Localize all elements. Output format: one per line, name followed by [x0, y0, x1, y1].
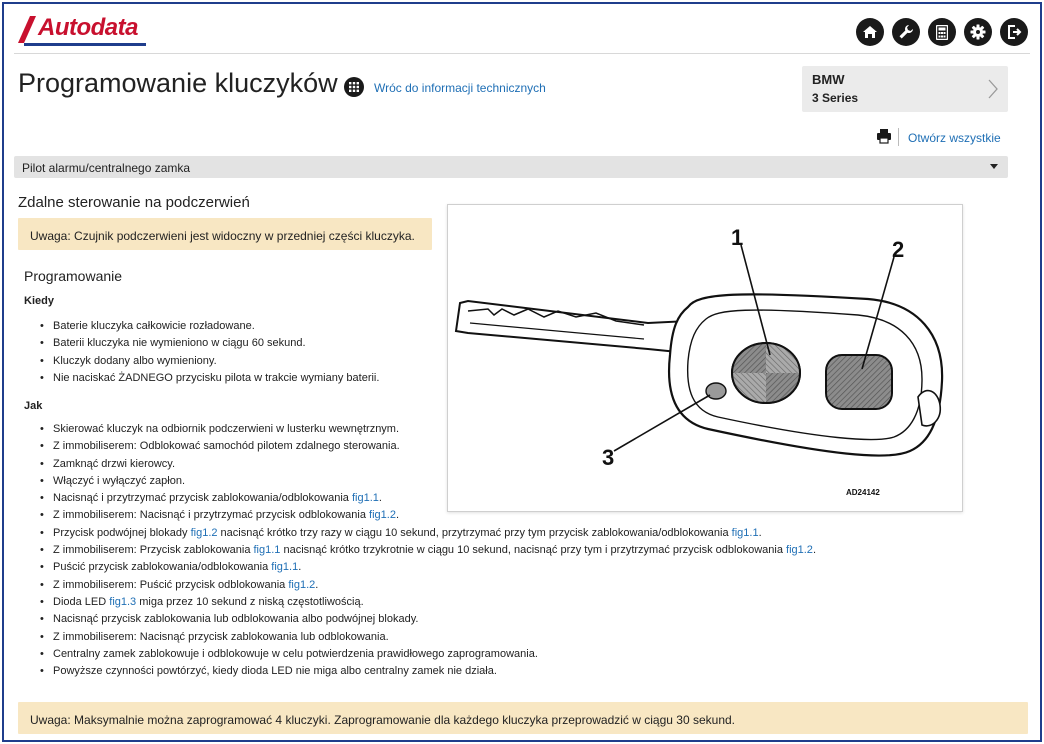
- when-label: Kiedy: [24, 295, 54, 307]
- note-bottom-text: Uwaga: Maksymalnie można zaprogramować 4…: [30, 713, 735, 727]
- figure-link[interactable]: fig1.1: [254, 544, 281, 556]
- figure-link[interactable]: fig1.1: [271, 561, 298, 573]
- list-item-text: Dioda LED: [53, 595, 110, 608]
- chevron-right-icon: [988, 79, 998, 99]
- list-item-text: Z immobiliserem: Przycisk zablokowania: [53, 544, 254, 557]
- figure-link[interactable]: fig1.2: [369, 509, 396, 521]
- logout-icon[interactable]: [1000, 18, 1028, 46]
- figure-link[interactable]: fig1.3: [109, 596, 136, 608]
- figure-label-2: 2: [892, 237, 905, 262]
- note-top-text: Uwaga: Czujnik podczerwieni jest widoczn…: [30, 229, 415, 243]
- list-item-text: Z immobiliserem: Nacisnąć przycisk zablo…: [53, 630, 389, 643]
- list-item-text: miga przez 10 sekund z niską częstotliwo…: [136, 595, 364, 608]
- list-item: Nie naciskać ŻADNEGO przycisku pilota w …: [40, 370, 379, 388]
- note-bottom: Uwaga: Maksymalnie można zaprogramować 4…: [18, 702, 1028, 734]
- list-item-text: Nacisnąć i przytrzymać przycisk zablokow…: [53, 492, 352, 505]
- list-item-text: Skierować kluczyk na odbiornik podczerwi…: [53, 423, 400, 435]
- autodata-logo[interactable]: Autodata: [16, 12, 156, 46]
- list-item-text: Z immobiliserem: Odblokować samochód pil…: [53, 440, 400, 453]
- figure-label-3: 3: [602, 445, 615, 470]
- home-icon[interactable]: [856, 18, 884, 46]
- list-item-text: nacisnąć krótko trzykrotnie w ciągu 10 s…: [280, 544, 787, 557]
- key-fob-figure: 1 2 3 AD24142: [447, 204, 963, 512]
- list-item: Dioda LED fig1.3 miga przez 10 sekund z …: [40, 594, 816, 612]
- list-item: Z immobiliserem: Nacisnąć przycisk zablo…: [40, 629, 816, 647]
- app-frame: Autodata Programowanie kluczyków Wróc do…: [2, 2, 1042, 742]
- print-icon[interactable]: [876, 128, 892, 144]
- list-item: Przycisk podwójnej blokady fig1.2 nacisn…: [40, 525, 816, 543]
- list-item: Kluczyk dodany albo wymieniony.: [40, 353, 379, 371]
- figure-label-1: 1: [731, 225, 744, 250]
- figure-link[interactable]: fig1.2: [288, 579, 315, 591]
- vehicle-make: BMW: [812, 72, 845, 87]
- back-to-technical-info-link[interactable]: Wróc do informacji technicznych: [374, 81, 546, 95]
- programming-subtitle: Programowanie: [24, 268, 123, 284]
- caret-down-icon: [990, 164, 998, 169]
- logo-text: Autodata: [38, 14, 139, 41]
- list-item: Nacisnąć przycisk zablokowania lub odblo…: [40, 611, 816, 629]
- section-title: Zdalne sterowanie na podczerwień: [18, 194, 250, 211]
- gear-icon[interactable]: [964, 18, 992, 46]
- logo-underline: [24, 43, 146, 46]
- system-dropdown[interactable]: Pilot alarmu/centralnego zamka: [14, 156, 1008, 178]
- list-item-text: Powyższe czynności powtórzyć, kiedy diod…: [53, 665, 497, 678]
- list-item-text: .: [378, 492, 382, 505]
- list-item-text: .: [315, 578, 319, 591]
- list-item-text: Z immobiliserem: Puścić przycisk odbloko…: [53, 578, 289, 591]
- list-item: Centralny zamek zablokowuje i odblokowuj…: [40, 646, 816, 664]
- figure-link[interactable]: fig1.2: [786, 544, 813, 556]
- list-item-text: Z immobiliserem: Nacisnąć i przytrzymać …: [53, 509, 370, 522]
- list-item: Z immobiliserem: Przycisk zablokowania f…: [40, 542, 816, 560]
- key-fob-illustration: [454, 244, 944, 457]
- figure-link[interactable]: fig1.1: [732, 527, 759, 539]
- list-item: Baterie kluczyka całkowicie rozładowane.: [40, 318, 379, 336]
- list-item: Baterii kluczyka nie wymieniono w ciągu …: [40, 335, 379, 353]
- list-item: Z immobiliserem: Puścić przycisk odbloko…: [40, 577, 816, 595]
- list-item-text: .: [298, 561, 302, 574]
- list-item-text: Włączyć i wyłączyć zapłon.: [53, 474, 186, 487]
- when-list: Baterie kluczyka całkowicie rozładowane.…: [40, 318, 379, 387]
- list-item-text: Centralny zamek zablokowuje i odblokowuj…: [53, 647, 538, 660]
- list-item: Puścić przycisk zablokowania/odblokowani…: [40, 559, 816, 577]
- list-item-text: Puścić przycisk zablokowania/odblokowani…: [53, 561, 272, 574]
- how-label: Jak: [24, 400, 43, 412]
- list-item-text: Zamknąć drzwi kierowcy.: [53, 457, 176, 470]
- open-all-link[interactable]: Otwórz wszystkie: [908, 131, 1001, 145]
- page-title: Programowanie kluczyków: [18, 68, 338, 98]
- vehicle-selector[interactable]: BMW 3 Series: [802, 66, 1008, 112]
- list-item: Powyższe czynności powtórzyć, kiedy diod…: [40, 663, 816, 681]
- dropdown-selected-value: Pilot alarmu/centralnego zamka: [22, 161, 191, 175]
- figure-code: AD24142: [846, 488, 880, 497]
- calculator-icon[interactable]: [928, 18, 956, 46]
- topbar-icons: [856, 18, 1028, 46]
- logo-slash-icon: [18, 16, 36, 43]
- note-top: Uwaga: Czujnik podczerwieni jest widoczn…: [18, 218, 432, 250]
- list-item-text: .: [395, 509, 400, 522]
- wrench-icon[interactable]: [892, 18, 920, 46]
- header-divider: [14, 53, 1030, 54]
- vehicle-model: 3 Series: [812, 91, 859, 105]
- list-item-text: Nacisnąć przycisk zablokowania lub odblo…: [53, 613, 419, 626]
- figure-link[interactable]: fig1.2: [191, 527, 218, 539]
- list-item-text: .: [758, 526, 762, 539]
- toolbar-separator: [898, 128, 899, 146]
- list-item-text: nacisnąć krótko trzy razy w ciągu 10 sek…: [217, 526, 732, 539]
- list-item-text: Przycisk podwójnej blokady: [53, 526, 191, 539]
- figure-link[interactable]: fig1.1: [352, 492, 379, 504]
- grid-menu-icon[interactable]: [344, 77, 364, 97]
- list-item-text: .: [812, 544, 816, 557]
